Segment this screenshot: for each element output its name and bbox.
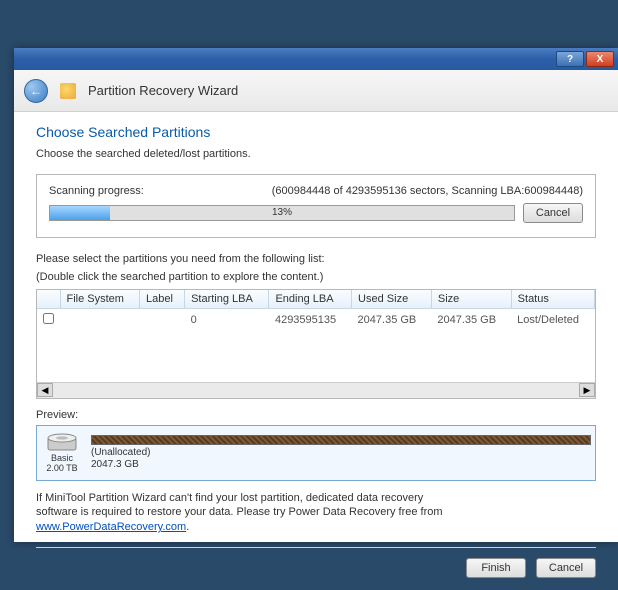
preview-label: Preview:: [36, 409, 596, 421]
cell-used-size: 2047.35 GB: [352, 308, 432, 331]
row-checkbox[interactable]: [43, 313, 54, 324]
cell-filesystem: [60, 308, 140, 331]
preview-box: Basic 2.00 TB (Unallocated) 2047.3 GB: [36, 425, 596, 481]
partition-alloc-label: (Unallocated): [91, 447, 591, 459]
progress-label: Scanning progress:: [49, 185, 144, 197]
cell-size: 2047.35 GB: [431, 308, 511, 331]
help-button[interactable]: ?: [556, 51, 584, 67]
cell-label: [140, 308, 185, 331]
disk-size-label: 2.00 TB: [41, 463, 83, 473]
wizard-window: ? X ← Partition Recovery Wizard Choose S…: [14, 48, 618, 542]
progress-group: Scanning progress: (600984448 of 4293595…: [36, 174, 596, 238]
scroll-left-arrow-icon[interactable]: ◀: [37, 383, 53, 397]
cancel-scan-button[interactable]: Cancel: [523, 203, 583, 223]
finish-button[interactable]: Finish: [466, 558, 526, 578]
progress-fill: [50, 206, 110, 220]
col-used-size[interactable]: Used Size: [352, 290, 432, 309]
col-end-lba[interactable]: Ending LBA: [269, 290, 352, 309]
instruction-line-1: Please select the partitions you need fr…: [36, 252, 596, 266]
wizard-icon: [60, 83, 76, 99]
cell-start-lba: 0: [185, 308, 269, 331]
partitions-table-wrap: File System Label Starting LBA Ending LB…: [36, 289, 596, 399]
table-row[interactable]: 0 4293595135 2047.35 GB 2047.35 GB Lost/…: [37, 308, 595, 331]
col-status[interactable]: Status: [511, 290, 594, 309]
close-button[interactable]: X: [586, 51, 614, 67]
disk-preview-right: (Unallocated) 2047.3 GB: [91, 435, 591, 471]
partition-alloc-size: 2047.3 GB: [91, 459, 591, 471]
footer-note: If MiniTool Partition Wizard can't find …: [36, 491, 596, 536]
disk-type-label: Basic: [41, 453, 83, 463]
horizontal-scrollbar[interactable]: ◀ ▶: [37, 382, 595, 398]
col-label[interactable]: Label: [140, 290, 185, 309]
progress-bar: 13%: [49, 205, 515, 221]
hdd-icon: [47, 432, 77, 452]
content-area: Choose Searched Partitions Choose the se…: [14, 112, 618, 590]
wizard-header: ← Partition Recovery Wizard: [14, 70, 618, 112]
title-bar: ? X: [14, 48, 618, 70]
col-size[interactable]: Size: [431, 290, 511, 309]
col-start-lba[interactable]: Starting LBA: [185, 290, 269, 309]
page-title: Choose Searched Partitions: [36, 124, 596, 140]
cell-status: Lost/Deleted: [511, 308, 594, 331]
scroll-track[interactable]: [53, 383, 579, 397]
col-filesystem[interactable]: File System: [60, 290, 140, 309]
wizard-title: Partition Recovery Wizard: [88, 83, 238, 98]
page-subtitle: Choose the searched deleted/lost partiti…: [36, 148, 596, 160]
table-header-row: File System Label Starting LBA Ending LB…: [37, 290, 595, 309]
footer-link[interactable]: www.PowerDataRecovery.com: [36, 521, 186, 533]
disk-icon: Basic 2.00 TB: [41, 432, 83, 473]
disk-usage-bar: [91, 435, 591, 445]
back-arrow-icon: ←: [30, 84, 42, 98]
scroll-right-arrow-icon[interactable]: ▶: [579, 383, 595, 397]
cancel-button[interactable]: Cancel: [536, 558, 596, 578]
col-checkbox[interactable]: [37, 290, 60, 309]
footer-note-line2: software is required to restore your dat…: [36, 506, 443, 518]
back-button[interactable]: ←: [24, 79, 48, 103]
progress-status: (600984448 of 4293595136 sectors, Scanni…: [272, 185, 583, 197]
cell-end-lba: 4293595135: [269, 308, 352, 331]
progress-percent: 13%: [272, 206, 292, 220]
instruction-line-2: (Double click the searched partition to …: [36, 270, 596, 284]
footer-note-line1: If MiniTool Partition Wizard can't find …: [36, 492, 423, 504]
partitions-table: File System Label Starting LBA Ending LB…: [37, 290, 595, 331]
footer-buttons: Finish Cancel: [36, 547, 596, 578]
